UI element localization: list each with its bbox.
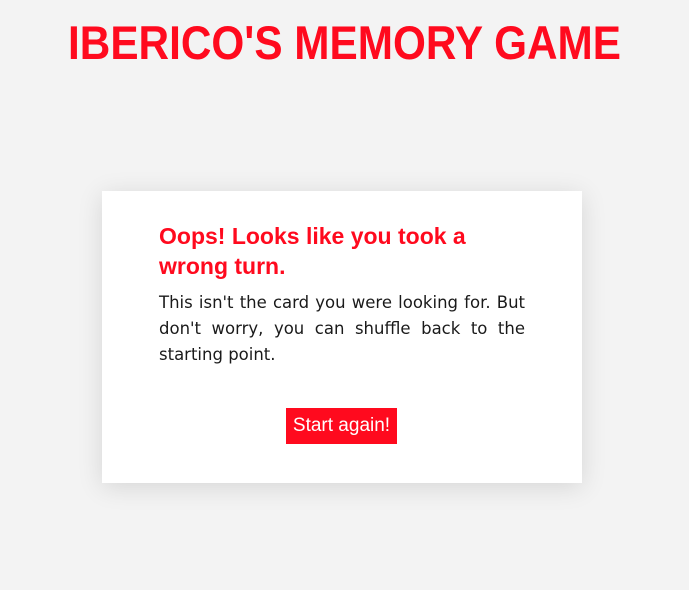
- error-heading: Oops! Looks like you took a wrong turn.: [159, 223, 466, 279]
- start-again-button[interactable]: Start again!: [286, 408, 397, 444]
- error-card: Oops! Looks like you took a wrong turn. …: [102, 191, 582, 483]
- error-message: This isn't the card you were looking for…: [159, 293, 525, 364]
- page-title: IBERICO'S MEMORY GAME: [68, 16, 621, 69]
